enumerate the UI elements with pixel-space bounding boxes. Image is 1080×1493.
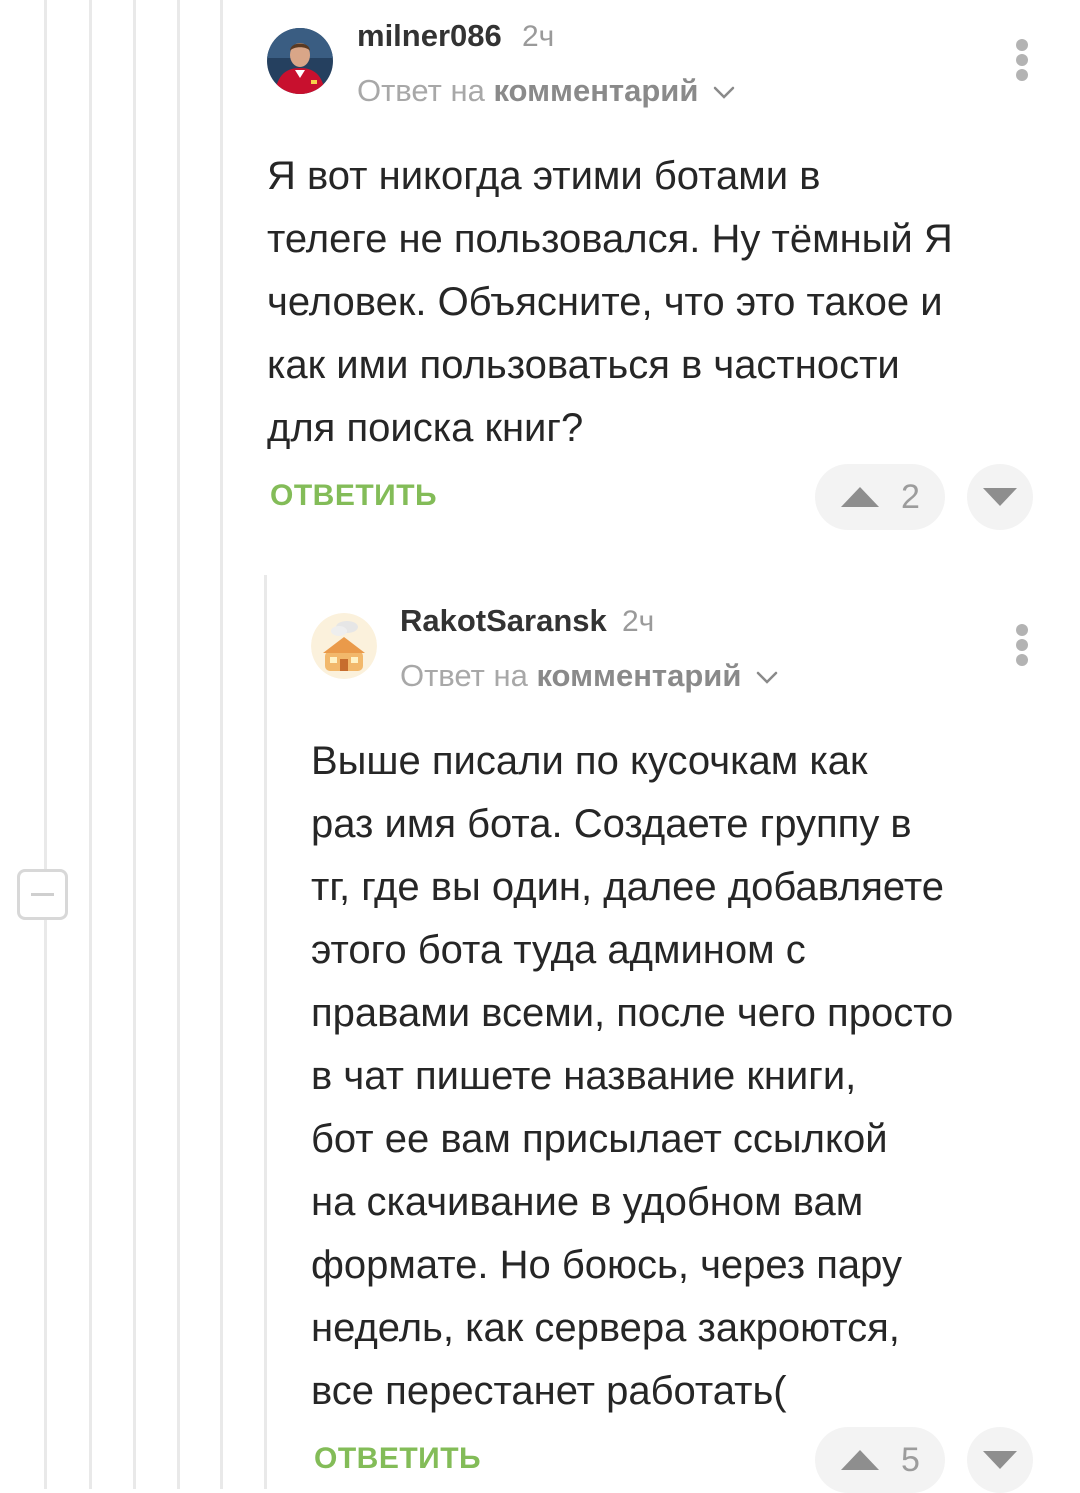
triangle-up-icon (841, 1450, 879, 1470)
comment-text-line: бот ее вам присылает ссылкой (311, 1117, 888, 1161)
comment-text: Выше писали по кусочкам как раз имя бота… (311, 730, 953, 1423)
more-options-button[interactable] (1010, 617, 1034, 673)
comment: RakotSaransk 2ч Ответ на комментарий Выш… (0, 0, 1080, 1493)
vote-up-button[interactable]: 5 (815, 1427, 945, 1493)
comment-time: 2ч (622, 605, 655, 638)
rating-count: 5 (901, 1441, 920, 1479)
reply-to: Ответ на комментарий (400, 658, 778, 694)
comment-text-line: Выше писали по кусочкам как (311, 739, 868, 783)
avatar[interactable] (311, 613, 377, 679)
reply-to-prefix: Ответ на (400, 658, 528, 693)
comment-text-line: правами всеми, после чего просто (311, 991, 954, 1035)
comment-text-line: на скачивание в удобном вам (311, 1180, 864, 1224)
vertical-dots-icon (1016, 624, 1028, 636)
comment-text-line: раз имя бота. Создаете группу в (311, 802, 912, 846)
comment-text-line: все перестанет работать( (311, 1369, 787, 1413)
triangle-down-icon (983, 1451, 1017, 1469)
username[interactable]: RakotSaransk (400, 603, 607, 639)
comment-text-line: этого бота туда админом с (311, 928, 806, 972)
comment-text-line: недель, как сервера закроются, (311, 1306, 900, 1350)
vote-down-button[interactable] (967, 1427, 1033, 1493)
comment-text-line: в чат пишете название книги, (311, 1054, 857, 1098)
comment-text-line: тг, где вы один, далее добавляете (311, 865, 944, 909)
avatar-image (311, 613, 377, 679)
chevron-down-icon[interactable] (756, 671, 778, 685)
reply-button[interactable]: ОТВЕТИТЬ (314, 1442, 481, 1476)
comment-text-line: формате. Но боюсь, через пару (311, 1243, 902, 1287)
reply-to-comment-link[interactable]: комментарий (536, 658, 741, 693)
